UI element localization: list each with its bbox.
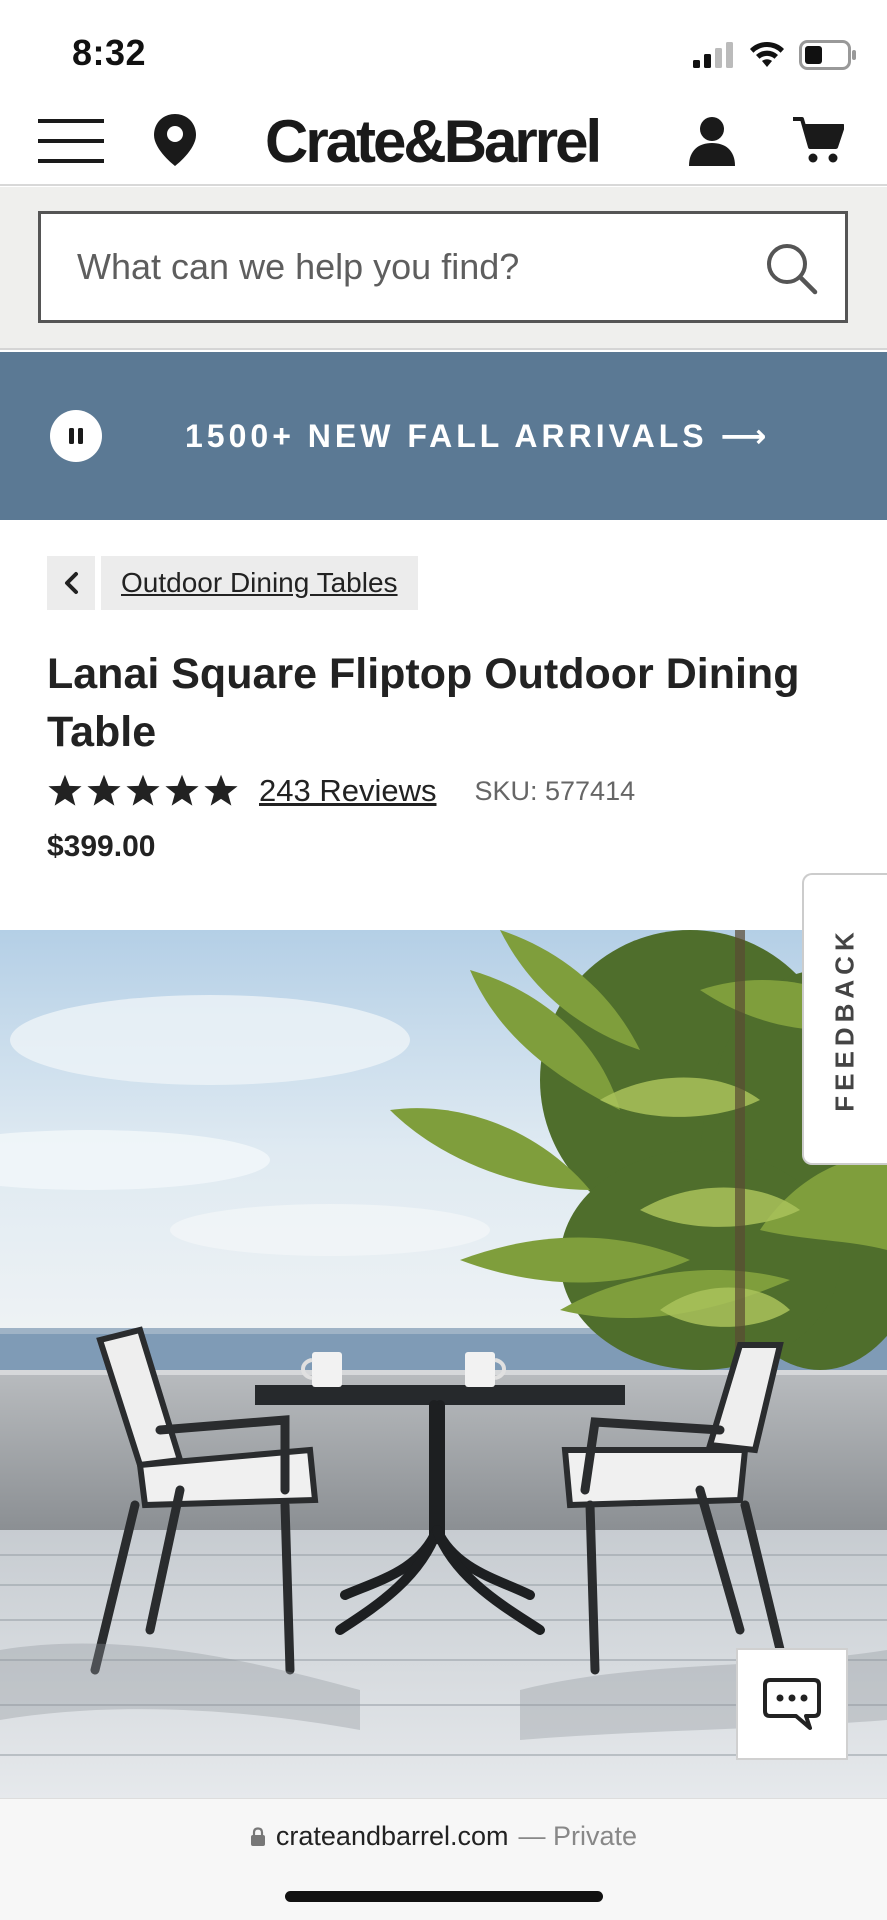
chat-icon (763, 1678, 821, 1730)
battery-icon (799, 40, 856, 70)
breadcrumb-back-button[interactable] (47, 556, 95, 610)
breadcrumb: Outdoor Dining Tables (47, 556, 418, 610)
menu-icon (38, 119, 104, 163)
account-button[interactable] (684, 106, 740, 176)
url-domain: crateandbarrel.com (275, 1821, 509, 1851)
promo-text[interactable]: 1500+ NEW FALL ARRIVALS ⟶ (185, 352, 770, 520)
lock-icon (250, 1826, 265, 1846)
rating-row: 243 Reviews SKU: 577414 (47, 768, 635, 814)
browser-url-bar: crateandbarrel.com — Private (0, 1798, 887, 1920)
search-box (38, 211, 848, 323)
search-icon (767, 244, 818, 295)
pause-button[interactable] (50, 410, 102, 462)
pause-icon (69, 428, 83, 444)
feedback-tab[interactable]: FEEDBACK (802, 873, 887, 1165)
star-icon (48, 774, 82, 806)
star-icon (126, 774, 160, 806)
crate-barrel-logo[interactable]: Crate&Barrel (265, 96, 602, 186)
reviews-link[interactable]: 243 Reviews (259, 773, 436, 809)
status-bar: 8:32 (0, 0, 887, 96)
star-icon (165, 774, 199, 806)
feedback-label: FEEDBACK (830, 926, 861, 1112)
private-mode-label: — Private (518, 1821, 638, 1851)
menu-button[interactable] (36, 106, 106, 176)
cellular-signal-icon (693, 42, 733, 68)
chevron-left-icon (65, 572, 78, 594)
sku-label: SKU: 577414 (474, 775, 636, 806)
star-icon (87, 774, 121, 806)
home-indicator[interactable] (285, 1891, 603, 1902)
promo-banner[interactable]: 1500+ NEW FALL ARRIVALS ⟶ (0, 352, 887, 520)
cart-button[interactable] (788, 106, 848, 176)
chat-button[interactable] (736, 1648, 848, 1760)
star-rating[interactable] (47, 774, 239, 808)
product-price: $399.00 (47, 830, 156, 863)
search-band (0, 187, 887, 350)
product-title: Lanai Square Fliptop Outdoor Dining Tabl… (47, 650, 800, 756)
account-icon (689, 117, 735, 166)
search-button[interactable] (765, 242, 819, 296)
star-icon (204, 774, 238, 806)
search-input[interactable] (77, 214, 757, 320)
site-header: Crate&Barrel (0, 96, 887, 186)
status-icons (693, 38, 857, 72)
url-row[interactable]: crateandbarrel.com — Private (0, 1821, 887, 1852)
breadcrumb-link[interactable]: Outdoor Dining Tables (101, 556, 418, 610)
status-time: 8:32 (72, 32, 147, 73)
wifi-icon (750, 41, 784, 67)
store-locator-button[interactable] (146, 104, 204, 176)
cart-icon (793, 117, 844, 163)
location-pin-icon (154, 114, 196, 166)
